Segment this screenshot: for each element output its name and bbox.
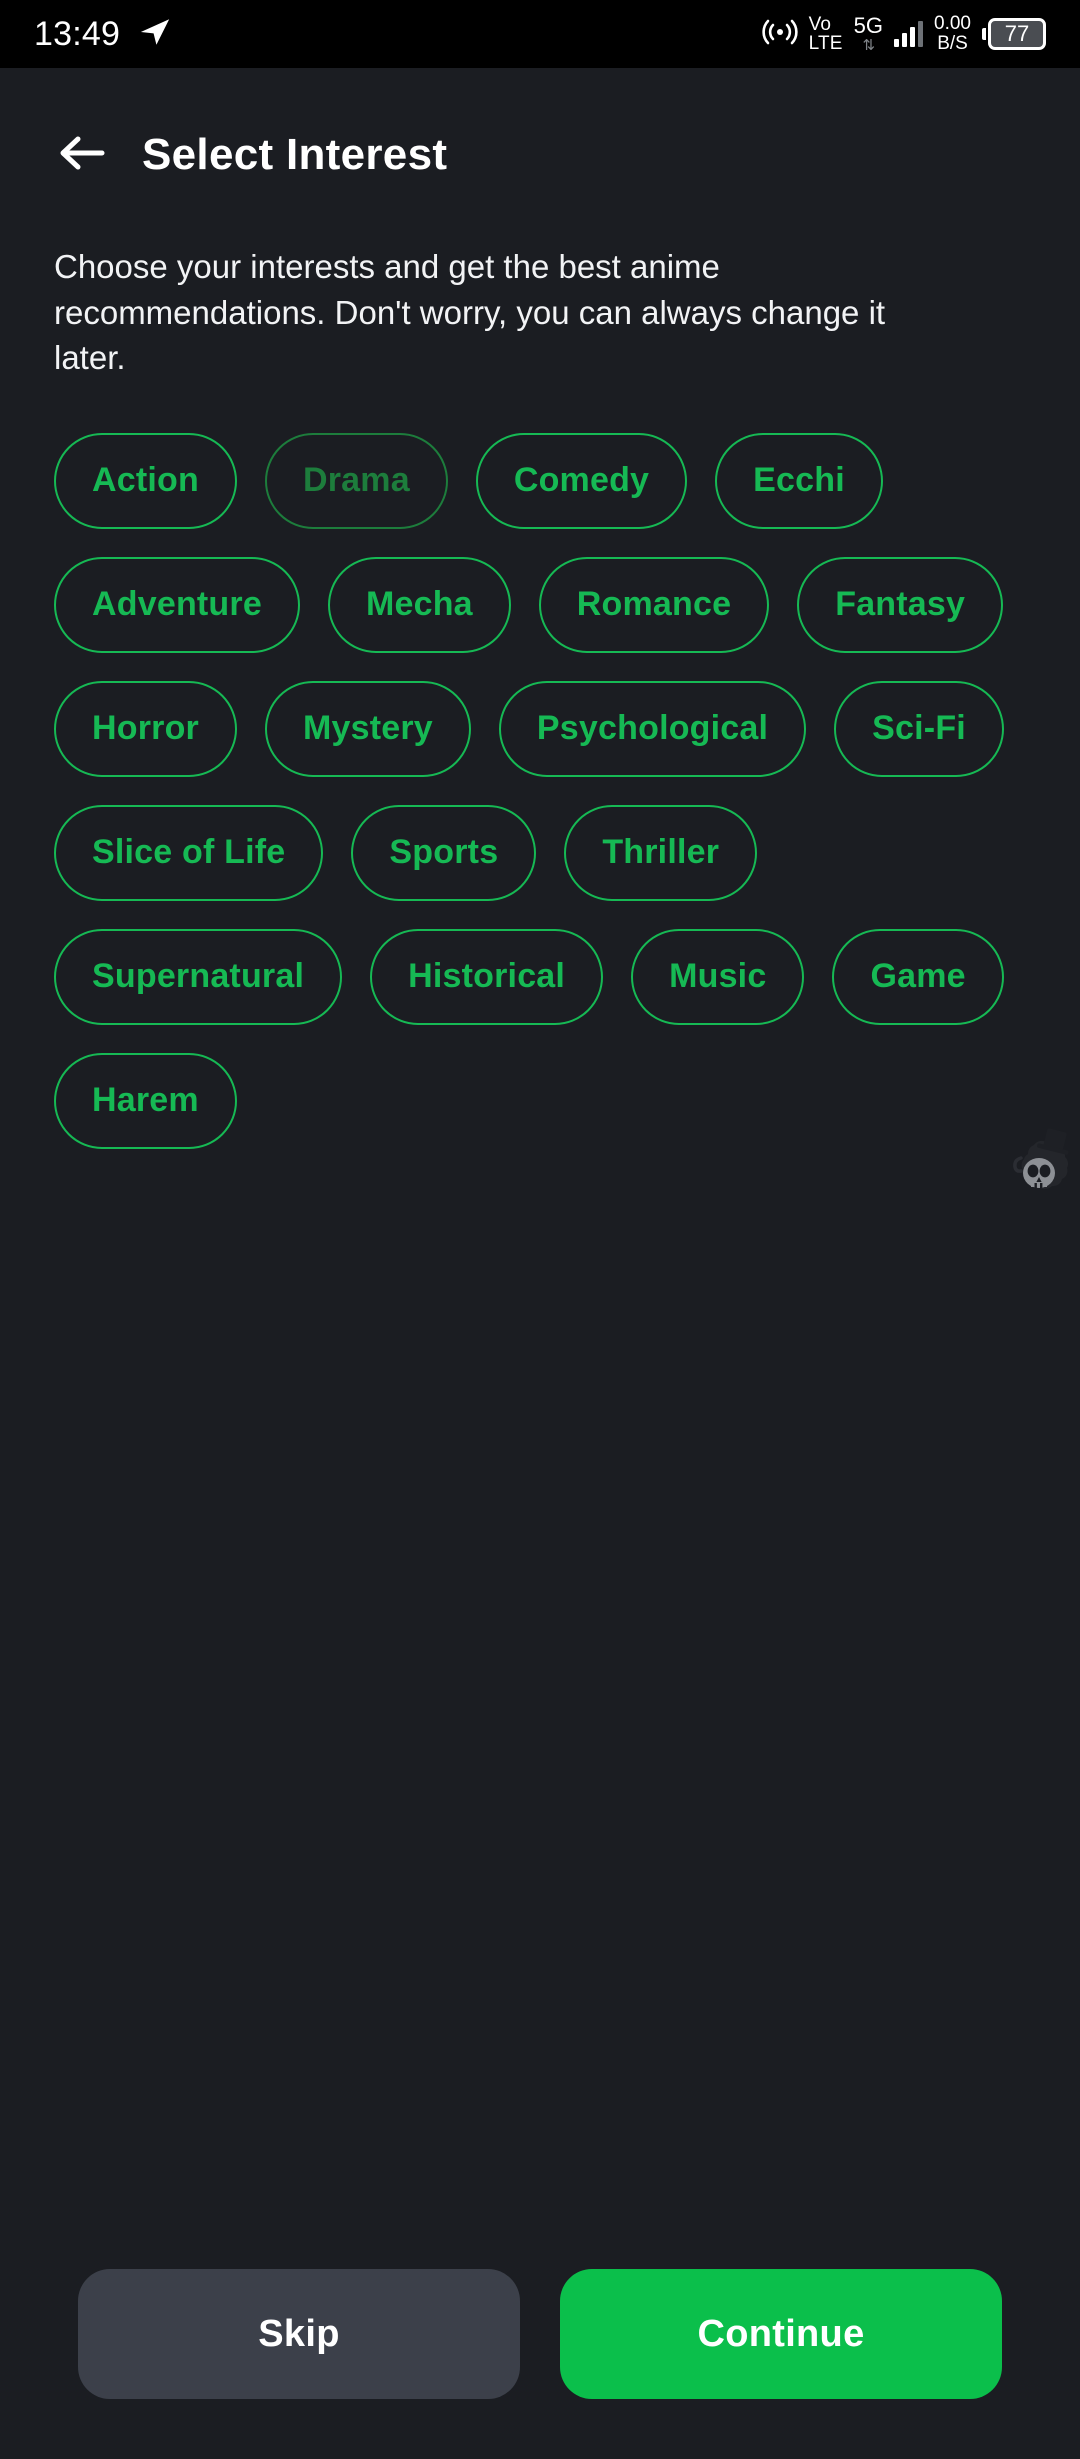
interest-chip-slice-of-life[interactable]: Slice of Life (54, 804, 324, 901)
page-description: Choose your interests and get the best a… (54, 248, 886, 377)
telegram-send-icon (138, 15, 172, 54)
interest-chip-supernatural[interactable]: Supernatural (54, 928, 343, 1025)
battery-level-label: 77 (988, 18, 1046, 50)
data-transfer-arrows-icon: ⇅ (862, 37, 876, 54)
continue-button[interactable]: Continue (560, 2269, 1002, 2399)
interest-chip-comedy[interactable]: Comedy (475, 432, 688, 529)
volte-indicator: Vo LTE (809, 15, 843, 53)
page-title: Select Interest (142, 130, 448, 179)
network-type-indicator: 5G ⇅ (853, 13, 884, 54)
interest-chip-romance[interactable]: Romance (538, 556, 770, 653)
skull-top-hat-icon[interactable] (1008, 1128, 1074, 1212)
interest-chip-music[interactable]: Music (631, 928, 805, 1025)
battery-indicator: 77 (982, 18, 1046, 50)
skip-button[interactable]: Skip (78, 2269, 520, 2399)
interest-chip-historical[interactable]: Historical (370, 928, 604, 1025)
interest-chip-game[interactable]: Game (832, 928, 1004, 1025)
interest-chip-mystery[interactable]: Mystery (265, 680, 471, 777)
app-bar: Select Interest (0, 68, 1080, 182)
interest-chip-mecha[interactable]: Mecha (327, 556, 511, 653)
volte-label-bottom: LTE (808, 33, 843, 54)
back-button[interactable] (54, 128, 108, 182)
interest-chip-harem[interactable]: Harem (54, 1052, 237, 1149)
interest-chip-ecchi[interactable]: Ecchi (715, 432, 883, 529)
status-bar-clock: 13:49 (34, 14, 121, 53)
volte-label-top: Vo (808, 14, 832, 35)
interest-chip-adventure[interactable]: Adventure (54, 556, 300, 653)
interest-chip-sci-fi[interactable]: Sci-Fi (834, 680, 1004, 777)
back-arrow-icon (56, 133, 106, 178)
interest-chip-horror[interactable]: Horror (54, 680, 237, 777)
status-bar: 13:49 Vo LTE 5G ⇅ 0.00 B/S 77 (0, 0, 1080, 68)
interest-chip-thriller[interactable]: Thriller (564, 804, 758, 901)
network-type-label: 5G (853, 13, 884, 38)
data-rate-value: 0.00 (934, 13, 971, 35)
data-rate-unit: B/S (937, 33, 968, 54)
rss-signal-icon (761, 18, 798, 51)
status-bar-left: 13:49 (34, 15, 172, 54)
bottom-action-bar: Skip Continue (0, 2269, 1080, 2399)
interest-chip-sports[interactable]: Sports (351, 804, 537, 901)
interest-chip-psychological[interactable]: Psychological (498, 680, 807, 777)
interest-chip-fantasy[interactable]: Fantasy (797, 556, 1004, 653)
data-rate-indicator: 0.00 B/S (934, 14, 971, 54)
battery-nub (982, 28, 986, 40)
signal-bars-icon (894, 21, 924, 47)
status-bar-right: Vo LTE 5G ⇅ 0.00 B/S 77 (761, 13, 1046, 54)
interest-chip-action[interactable]: Action (54, 432, 237, 529)
interest-chip-drama[interactable]: Drama (264, 432, 448, 529)
interest-chip-list: Action Drama Comedy Ecchi Adventure Mecha Roma… (54, 432, 1026, 1149)
